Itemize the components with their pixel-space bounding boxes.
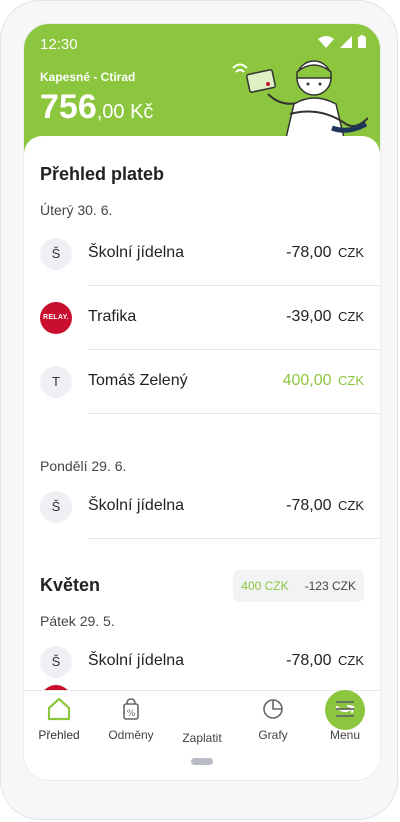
avatar: T: [40, 366, 72, 398]
amount-value: -78,00: [286, 244, 332, 261]
month-income: 400 CZK: [241, 579, 289, 593]
transaction-amount: 400,00 CZK: [283, 372, 364, 390]
hamburger-icon: [336, 701, 354, 717]
divider: [88, 538, 380, 539]
amount-value: -78,00: [286, 652, 332, 669]
nav-label: Odměny: [108, 728, 154, 742]
amount-value: -39,00: [286, 308, 332, 325]
balance-decimal: ,00 Kč: [96, 101, 154, 123]
transaction-row[interactable]: T Tomáš Zelený 400,00 CZK: [24, 350, 380, 414]
status-icons: [318, 35, 366, 48]
relay-logo: RELAY.: [40, 302, 72, 334]
balance-main: 756: [40, 88, 97, 126]
nav-item-grafy[interactable]: Grafy: [238, 697, 308, 742]
nav-item-menu[interactable]: Menu: [310, 697, 380, 742]
mascot-illustration: [232, 60, 368, 138]
date-label: Pátek 29. 5.: [40, 613, 115, 629]
app-screen: 12:30 Kapesné - Ctirad 756,00 Kč Přehled…: [23, 23, 381, 781]
wifi-icon: [318, 35, 334, 48]
nav-label: Zaplatit: [182, 731, 222, 745]
transaction-row[interactable]: RELAY. Trafika -39,00 CZK: [24, 286, 380, 350]
month-title: Květen: [40, 575, 101, 595]
transaction-amount: -78,00 CZK: [286, 244, 364, 262]
pie-chart-icon: [263, 699, 283, 719]
nav-item-odmeny[interactable]: % Odměny: [96, 697, 166, 742]
transaction-amount: -78,00 CZK: [286, 652, 364, 670]
amount-currency: CZK: [338, 309, 364, 324]
transaction-row[interactable]: Š Školní jídelna -78,00 CZK: [24, 222, 380, 286]
avatar: Š: [40, 646, 72, 678]
nav-label: Grafy: [258, 728, 288, 742]
home-indicator[interactable]: [191, 758, 213, 765]
amount-value: -78,00: [286, 497, 332, 514]
transaction-name: Tomáš Zelený: [88, 372, 188, 389]
nav-label: Přehled: [38, 728, 80, 742]
balance: 756,00 Kč: [40, 88, 153, 127]
transaction-name: Trafika: [88, 308, 137, 325]
divider: [88, 413, 380, 414]
nav-item-zaplatit[interactable]: Zaplatit: [167, 690, 365, 745]
transaction-row[interactable]: Š Školní jídelna -78,00 CZK: [24, 630, 380, 694]
amount-value: 400,00: [282, 372, 332, 389]
bag-percent-icon: %: [123, 698, 139, 720]
nav-label: Menu: [329, 728, 361, 742]
amount-currency: CZK: [338, 373, 364, 388]
amount-currency: CZK: [338, 245, 364, 260]
transaction-row[interactable]: Š Školní jídelna -78,00 CZK: [24, 475, 380, 539]
avatar: Š: [40, 238, 72, 270]
transaction-name: Školní jídelna: [88, 497, 185, 514]
payments-title: Přehled plateb: [40, 164, 165, 184]
avatar: Š: [40, 491, 72, 523]
battery-icon: [358, 35, 366, 48]
amount-currency: CZK: [338, 498, 364, 513]
signal-icon: [340, 35, 352, 48]
amount-currency: CZK: [338, 653, 364, 668]
status-time: 12:30: [40, 36, 78, 53]
nav-item-prehled[interactable]: Přehled: [24, 697, 94, 742]
transaction-amount: -78,00 CZK: [286, 497, 364, 515]
phone-frame: 12:30 Kapesné - Ctirad 756,00 Kč Přehled…: [0, 0, 398, 820]
date-label: Úterý 30. 6.: [40, 202, 113, 218]
wallet-name[interactable]: Kapesné - Ctirad: [40, 70, 135, 84]
month-expense: -123 CZK: [304, 579, 356, 593]
content-card: Přehled plateb Úterý 30. 6. Š Školní jíd…: [24, 136, 380, 696]
transaction-name: Školní jídelna: [88, 652, 185, 669]
date-label: Pondělí 29. 6.: [40, 458, 127, 474]
month-summary: 400 CZK -123 CZK: [233, 570, 364, 602]
svg-text:%: %: [127, 709, 136, 719]
bottom-nav: Přehled % Odměny Zaplatit Grafy Menu: [24, 690, 380, 780]
home-icon: [47, 697, 71, 721]
transaction-name: Školní jídelna: [88, 244, 185, 261]
transaction-amount: -39,00 CZK: [286, 308, 364, 326]
